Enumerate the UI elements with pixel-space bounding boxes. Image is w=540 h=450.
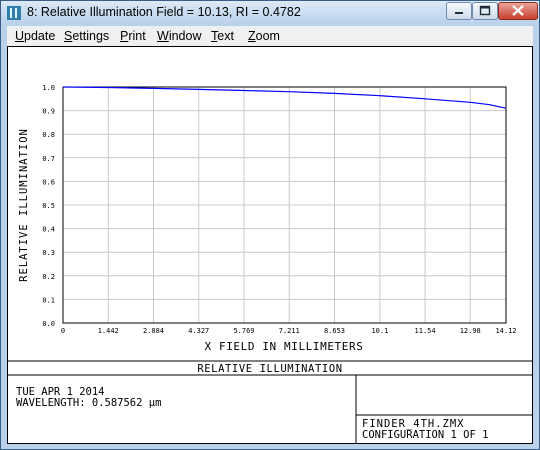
footer-title: RELATIVE ILLUMINATION (197, 363, 342, 375)
x-axis-label: X FIELD IN MILLIMETERS (205, 340, 364, 353)
menu-settings[interactable]: Settings (64, 29, 109, 43)
app-window: 8: Relative Illumination Field = 10.13, … (0, 0, 540, 450)
y-tick-label: 0.2 (42, 273, 55, 281)
y-tick-label: 0.5 (42, 202, 55, 210)
wavelength-text: WAVELENGTH: 0.587562 µm (16, 397, 161, 409)
relative-illumination-plot: 0.0 0.1 0.2 0.3 0.4 0.5 0.6 0.7 0.8 0.9 1.0 0 1.442… (8, 84, 532, 443)
y-tick-label: 0.1 (42, 296, 55, 304)
x-tick-label: 8.653 (324, 327, 345, 335)
zemax-app-icon (7, 6, 21, 20)
x-tick-label: 0 (61, 327, 65, 335)
plot-window: 0.0 0.1 0.2 0.3 0.4 0.5 0.6 0.7 0.8 0.9 1.0 0 1.442… (7, 46, 533, 444)
menu-update[interactable]: Update (15, 29, 55, 43)
title-bar[interactable]: 8: Relative Illumination Field = 10.13, … (1, 1, 539, 25)
x-tick-label: 11.54 (415, 327, 436, 335)
x-tick-label: 7.211 (279, 327, 300, 335)
y-tick-label: 1.0 (42, 84, 55, 92)
close-button[interactable] (498, 2, 538, 20)
x-tick-label: 2.884 (143, 327, 164, 335)
y-tick-label: 0.7 (42, 155, 55, 163)
illumination-curve (62, 86, 507, 109)
menu-bar: Update Settings Print Window Text Zoom (7, 26, 533, 46)
menu-print[interactable]: Print (120, 29, 146, 43)
y-axis-label: RELATIVE ILLUMINATION (18, 128, 30, 282)
x-tick-labels: 0 1.442 2.884 4.327 5.769 7.211 8.653 10.1 11.54… (61, 327, 517, 335)
x-tick-label: 5.769 (233, 327, 254, 335)
menu-window[interactable]: Window (157, 29, 201, 43)
close-icon (512, 5, 524, 16)
maximize-icon (479, 5, 491, 16)
plot-grid (63, 87, 506, 323)
maximize-button[interactable] (472, 2, 498, 20)
y-tick-label: 0.0 (42, 320, 55, 328)
y-tick-label: 0.3 (42, 249, 55, 257)
menu-text[interactable]: Text (211, 29, 234, 43)
configuration-text: CONFIGURATION 1 OF 1 (362, 429, 488, 441)
window-title: 8: Relative Illumination Field = 10.13, … (27, 5, 301, 19)
x-tick-label: 14.12 (495, 327, 516, 335)
y-tick-labels: 0.0 0.1 0.2 0.3 0.4 0.5 0.6 0.7 0.8 0.9 1.0 (42, 84, 55, 328)
x-tick-label: 12.98 (460, 327, 481, 335)
menu-zoom[interactable]: Zoom (248, 29, 280, 43)
y-tick-label: 0.4 (42, 226, 55, 234)
minimize-icon (455, 12, 463, 14)
x-tick-label: 1.442 (98, 327, 119, 335)
y-tick-label: 0.6 (42, 178, 55, 186)
minimize-button[interactable] (446, 2, 472, 20)
y-tick-label: 0.9 (42, 108, 55, 116)
x-tick-label: 10.1 (371, 327, 388, 335)
y-tick-label: 0.8 (42, 131, 55, 139)
x-tick-label: 4.327 (188, 327, 209, 335)
